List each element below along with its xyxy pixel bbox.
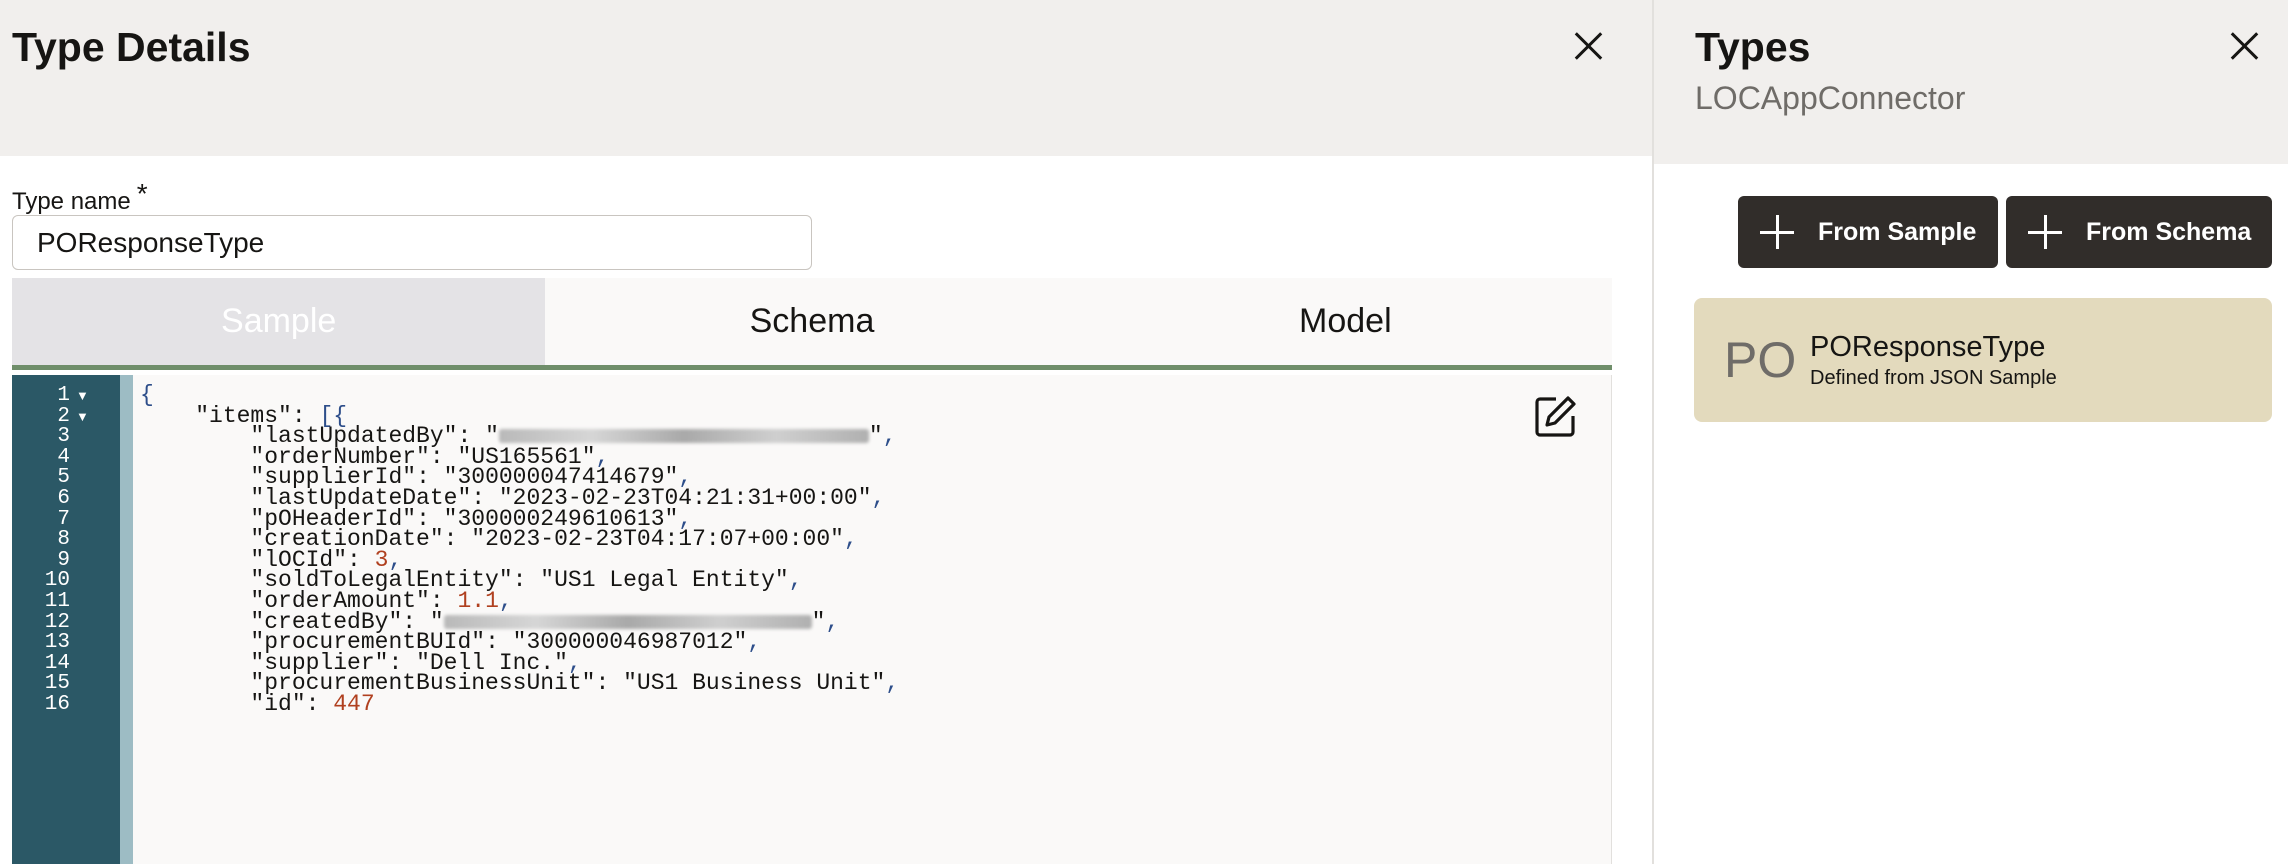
from-schema-button[interactable]: From Schema bbox=[2006, 196, 2272, 268]
line-number: 16 bbox=[44, 693, 70, 716]
line-number: 15 bbox=[44, 672, 70, 696]
json-string: " bbox=[811, 608, 826, 635]
type-card-abbr: PO bbox=[1724, 332, 1797, 388]
type-card-name: POResponseType bbox=[1810, 331, 2046, 363]
type-details-panel: Type Details Type name* Sample Schema Mo… bbox=[0, 0, 1652, 864]
line-number: 5 bbox=[57, 466, 70, 490]
close-icon[interactable] bbox=[1568, 26, 1608, 66]
types-header: Types LOCAppConnector bbox=[1654, 0, 2288, 164]
json-number: 447 bbox=[333, 691, 375, 717]
close-icon[interactable] bbox=[2224, 26, 2264, 66]
line-number: 11 bbox=[44, 590, 70, 613]
json-colon: : bbox=[305, 691, 334, 717]
code-line: "id": 447 bbox=[140, 691, 375, 717]
line-number: 9 bbox=[57, 548, 70, 572]
from-schema-label: From Schema bbox=[2086, 217, 2252, 246]
json-string: "US1 Business Unit" bbox=[623, 670, 886, 697]
line-number: 7 bbox=[57, 507, 70, 531]
types-panel: Types LOCAppConnector From Sample From S… bbox=[1654, 0, 2288, 864]
code-editor[interactable]: 1 ▼ 2 ▼ 3 4 5 6 7 8 9 10 11 12 13 14 15 16 { "items": [{ … bbox=[12, 375, 1612, 864]
type-name-label-text: Type name bbox=[12, 188, 131, 215]
type-details-header: Type Details bbox=[0, 0, 1652, 156]
line-number: 1 bbox=[57, 384, 70, 407]
fold-arrow-icon[interactable]: ▼ bbox=[76, 388, 89, 403]
line-number: 14 bbox=[44, 651, 70, 675]
line-number: 13 bbox=[44, 631, 70, 655]
type-name-input[interactable] bbox=[12, 215, 812, 270]
line-number: 4 bbox=[57, 445, 70, 469]
gutter-stripe bbox=[120, 375, 133, 864]
redacted-value bbox=[443, 614, 812, 629]
types-title: Types bbox=[1695, 24, 1811, 70]
required-marker: * bbox=[136, 178, 148, 209]
json-string: "US1 Legal Entity" bbox=[540, 567, 789, 594]
json-colon: : bbox=[512, 567, 541, 594]
json-comma: , bbox=[843, 526, 858, 553]
line-number: 2 bbox=[57, 404, 70, 428]
type-name-label: Type name * bbox=[12, 178, 148, 216]
json-string: "2023-02-23T04:17:07+00:00" bbox=[471, 526, 844, 553]
json-comma: , bbox=[885, 670, 900, 697]
tab-schema[interactable]: Schema bbox=[545, 278, 1078, 365]
type-card-description: Defined from JSON Sample bbox=[1810, 367, 2057, 389]
line-number: 10 bbox=[44, 569, 70, 593]
fold-arrow-icon[interactable]: ▼ bbox=[76, 409, 89, 424]
line-number-gutter: 1 ▼ 2 ▼ 3 4 5 6 7 8 9 10 11 12 13 14 15 16 bbox=[12, 375, 120, 864]
from-sample-button[interactable]: From Sample bbox=[1738, 196, 1998, 268]
tab-model[interactable]: Model bbox=[1079, 278, 1612, 365]
json-comma: , bbox=[882, 423, 897, 450]
line-number: 3 bbox=[57, 425, 70, 449]
json-comma: , bbox=[871, 485, 886, 511]
json-comma: , bbox=[788, 567, 803, 594]
redacted-value bbox=[498, 429, 869, 444]
json-comma: , bbox=[825, 608, 840, 635]
plus-icon bbox=[1760, 215, 1794, 249]
from-sample-label: From Sample bbox=[1818, 217, 1977, 246]
line-number: 8 bbox=[57, 528, 70, 552]
tab-sample[interactable]: Sample bbox=[12, 278, 546, 365]
type-card[interactable]: PO POResponseType Defined from JSON Samp… bbox=[1694, 298, 2272, 422]
json-colon: : bbox=[443, 526, 472, 553]
panel-title: Type Details bbox=[12, 24, 251, 70]
edit-icon[interactable] bbox=[1534, 394, 1578, 438]
json-colon: : bbox=[595, 670, 624, 697]
plus-icon bbox=[2028, 215, 2062, 249]
tab-bar: Sample Schema Model bbox=[12, 278, 1612, 370]
json-string: " bbox=[868, 423, 883, 450]
line-number: 6 bbox=[57, 487, 70, 510]
json-comma: , bbox=[747, 629, 762, 656]
line-number: 12 bbox=[44, 610, 70, 634]
connection-name: LOCAppConnector bbox=[1695, 80, 1966, 116]
json-key: "id" bbox=[250, 691, 306, 717]
